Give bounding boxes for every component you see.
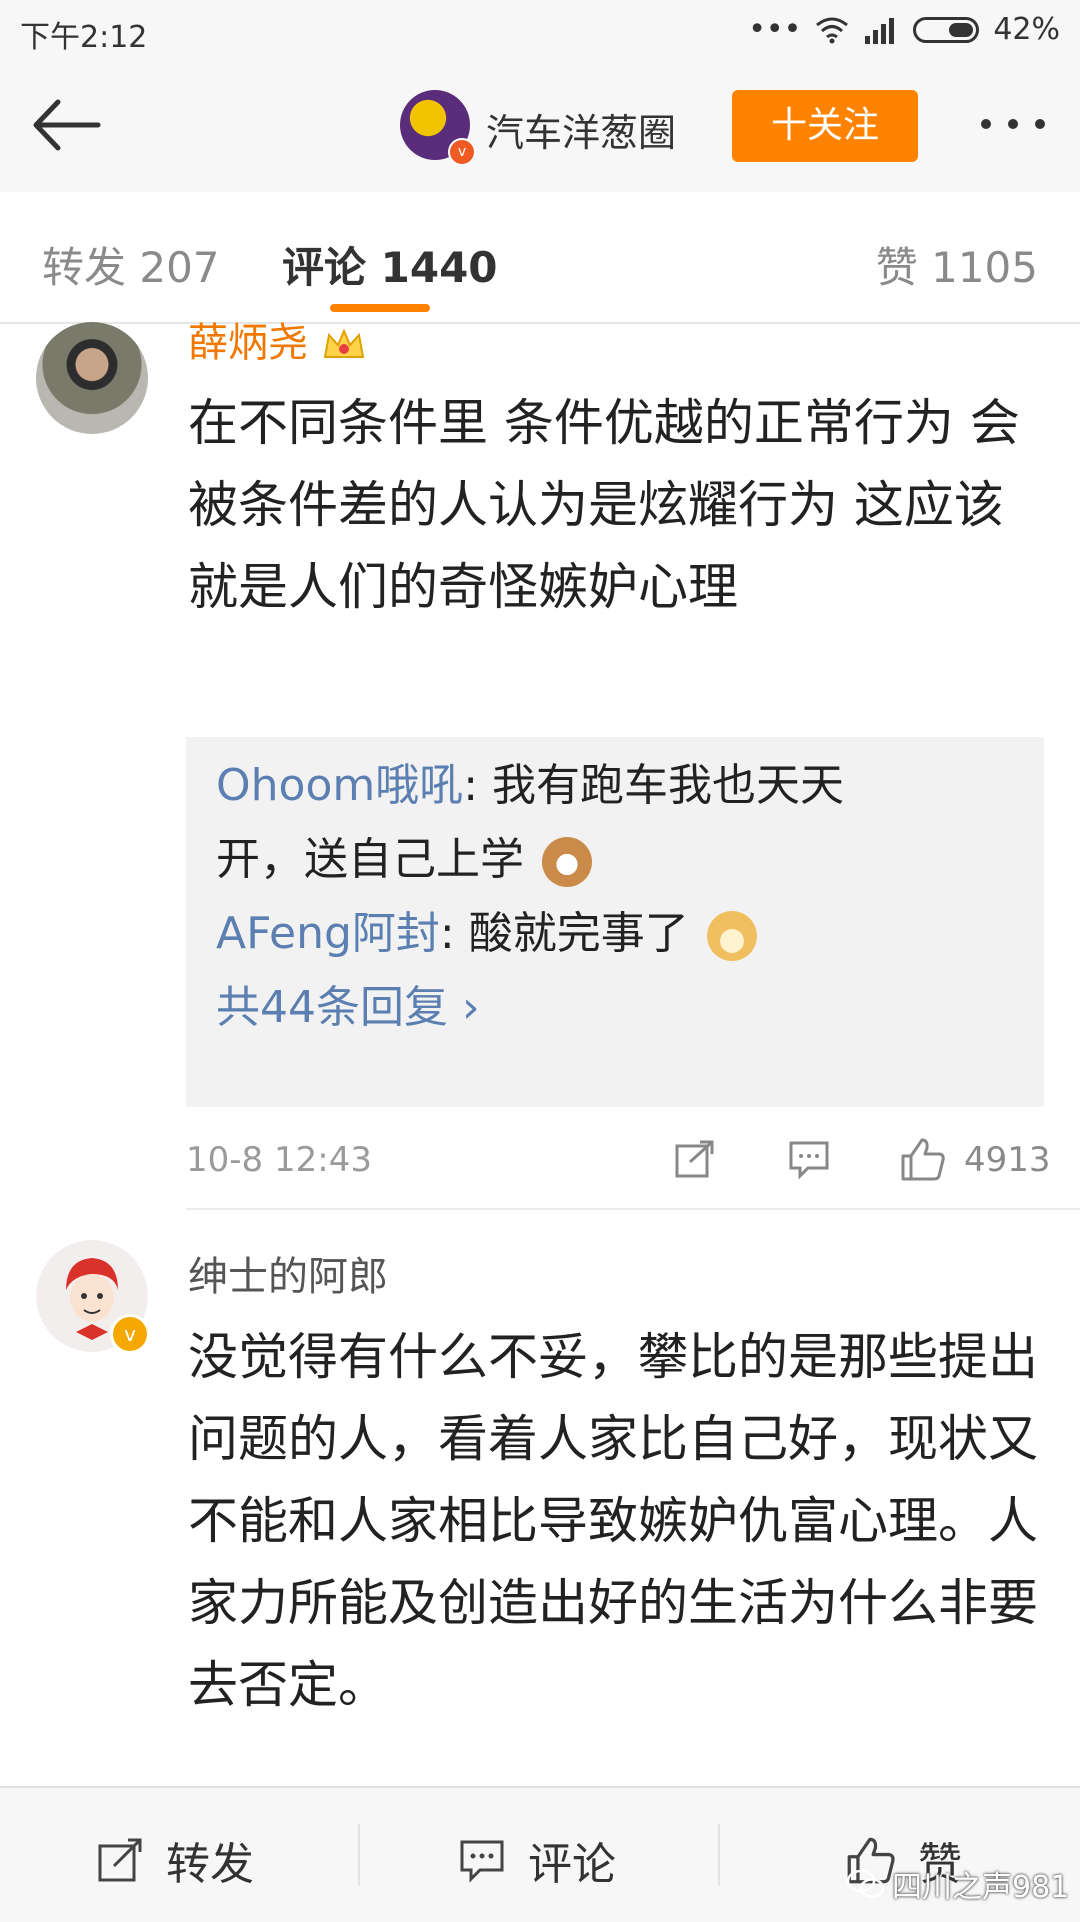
comment-time: 10-8 12:43	[186, 1140, 372, 1180]
signal-icon	[865, 17, 895, 44]
comment-text: 在不同条件里 条件优越的正常行为 会被条件差的人认为是炫耀行为 这应该就是人们的…	[188, 394, 1020, 616]
follow-button[interactable]: 十关注	[732, 90, 918, 162]
wechat-icon	[846, 1869, 885, 1898]
tab-reposts[interactable]: 转发 207	[42, 234, 220, 295]
nav-header: v 汽车洋葱圈 十关注	[0, 62, 1080, 194]
crown-badge-icon	[323, 328, 364, 358]
comment-label: 评论	[528, 1839, 616, 1890]
watermark-text: 四川之声981	[892, 1870, 1070, 1905]
reply-text: 开，送自己上学	[216, 834, 524, 885]
bar-separator	[718, 1824, 720, 1886]
avatar[interactable]	[36, 322, 148, 434]
reply-username[interactable]: AFeng阿封	[216, 908, 440, 959]
tab-bar: 转发 207 评论 1440 赞 1105	[0, 192, 1080, 324]
tab-comments[interactable]: 评论 1440	[282, 234, 498, 295]
status-bar: 下午2:12 ••• 42%	[0, 0, 1080, 62]
like-thumb-icon[interactable]	[900, 1136, 946, 1182]
share-icon[interactable]	[674, 1138, 716, 1180]
reply-line: AFeng阿封: 酸就完事了	[216, 897, 757, 971]
watermark: 四川之声981	[846, 1862, 1069, 1906]
reply-comment-icon[interactable]	[788, 1138, 830, 1180]
verified-badge-icon: v	[448, 138, 476, 166]
status-time: 下午2:12	[20, 20, 148, 55]
wifi-icon	[816, 17, 849, 43]
comment-username[interactable]: 绅士的阿郎	[188, 1244, 388, 1302]
reply-line: Ohoom哦吼: 我有跑车我也天天	[216, 749, 844, 823]
comment-username[interactable]: 薛炳尧	[188, 310, 367, 368]
more-replies-link[interactable]: 共44条回复 ›	[216, 971, 480, 1045]
reply-text: : 酸就完事了	[439, 908, 689, 959]
comment-item: v 绅士的阿郎 没觉得有什么不妥，攀比的是那些提出问题的人，看着人家比自己好，现…	[0, 1232, 1080, 1786]
repost-button[interactable]: 转发	[96, 1828, 254, 1892]
status-icons: ••• 42%	[748, 12, 1060, 47]
reply-line-continued: 开，送自己上学	[216, 823, 592, 897]
tab-likes[interactable]: 赞 1105	[876, 234, 1038, 295]
doge-emoji-icon	[706, 911, 757, 961]
more-options-icon[interactable]	[978, 114, 1048, 134]
comment-text: 没觉得有什么不妥，攀比的是那些提出问题的人，看着人家比自己好，现状又不能和人家相…	[188, 1328, 1038, 1714]
reply-preview-box[interactable]: Ohoom哦吼: 我有跑车我也天天 开，送自己上学 AFeng阿封: 酸就完事了…	[186, 737, 1044, 1107]
back-arrow-icon[interactable]	[28, 90, 108, 160]
more-dots-icon: •••	[748, 12, 802, 47]
bar-separator	[358, 1824, 360, 1886]
verified-badge-icon: v	[110, 1314, 150, 1354]
username-text: 薛炳尧	[188, 320, 308, 366]
cat-emoji-icon	[542, 837, 592, 887]
battery-percent: 42%	[993, 12, 1060, 47]
comment-divider	[186, 1208, 1080, 1210]
comment-icon	[460, 1840, 504, 1883]
comment-button[interactable]: 评论	[458, 1828, 616, 1892]
repost-label: 转发	[166, 1839, 254, 1890]
reply-username[interactable]: Ohoom哦吼	[216, 760, 463, 811]
like-count: 4913	[964, 1140, 1051, 1180]
comment-item: 薛炳尧 在不同条件里 条件优越的正常行为 会被条件差的人认为是炫耀行为 这应该就…	[0, 320, 1080, 1212]
share-icon	[98, 1838, 142, 1882]
account-name[interactable]: 汽车洋葱圈	[486, 102, 676, 157]
reply-text: : 我有跑车我也天天	[463, 760, 845, 811]
battery-icon	[913, 16, 980, 43]
